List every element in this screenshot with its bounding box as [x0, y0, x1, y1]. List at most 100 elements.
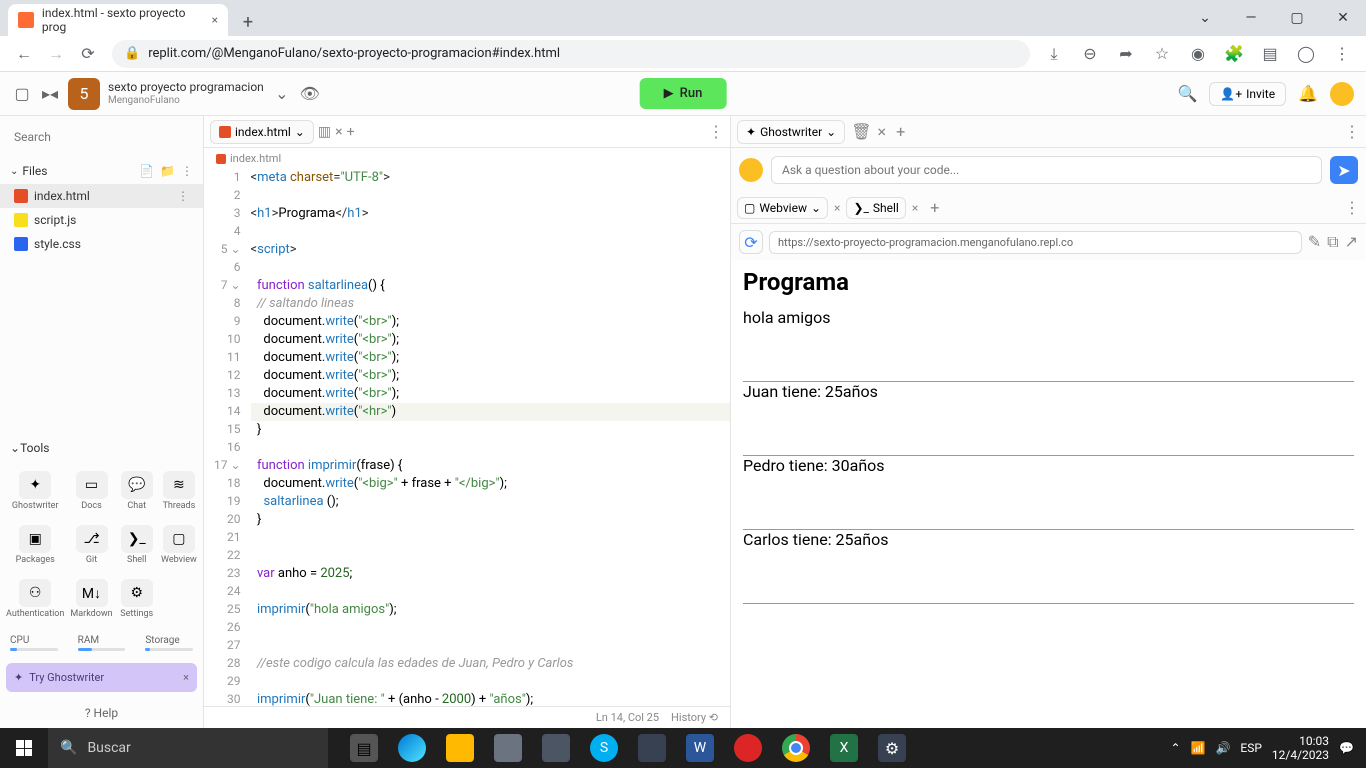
extension-icon[interactable]: ◉ — [1182, 38, 1214, 70]
file-item[interactable]: style.css — [0, 232, 203, 256]
run-button[interactable]: ▶ Run — [640, 78, 727, 109]
webview-url[interactable] — [769, 231, 1302, 254]
chevron-down-icon[interactable]: ⌄ — [272, 84, 292, 104]
taskbar-search[interactable]: 🔍 Buscar — [48, 728, 328, 768]
chevron-down-icon[interactable]: ⌄ — [811, 201, 821, 215]
forward-button[interactable]: → — [40, 38, 72, 70]
tool-docs[interactable]: ▭Docs — [68, 465, 114, 517]
send-button[interactable]: ➤ — [1330, 156, 1358, 184]
wifi-icon[interactable]: 📶 — [1191, 741, 1206, 755]
tool-chat[interactable]: 💬Chat — [117, 465, 157, 517]
sidebar-toggle-icon[interactable]: ▢ — [12, 84, 32, 104]
chevron-down-icon[interactable]: ⌄ — [1182, 0, 1228, 36]
word-icon[interactable]: W — [676, 728, 724, 768]
history-link[interactable]: History ⟲ — [671, 711, 718, 724]
chevron-down-icon[interactable]: ⌄ — [295, 125, 305, 139]
visibility-icon[interactable]: 👁 — [300, 84, 320, 104]
tool-packages[interactable]: ▣Packages — [4, 519, 66, 571]
volume-icon[interactable]: 🔊 — [1215, 741, 1230, 755]
tool-threads[interactable]: ≋Threads — [159, 465, 199, 517]
app-icon[interactable] — [484, 728, 532, 768]
ghostwriter-banner[interactable]: ✦ Try Ghostwriter × — [6, 663, 197, 692]
edge-icon[interactable] — [388, 728, 436, 768]
new-file-icon[interactable]: 📄 — [139, 164, 154, 178]
close-window-button[interactable]: ✕ — [1320, 0, 1366, 36]
ghostwriter-input[interactable] — [771, 156, 1322, 184]
invite-button[interactable]: 👤+ Invite — [1209, 82, 1286, 106]
excel-icon[interactable]: X — [820, 728, 868, 768]
chevron-down-icon[interactable]: ⌄ — [826, 125, 836, 139]
devtools-icon[interactable]: ⧉ — [1327, 232, 1338, 252]
replit-logo-icon[interactable]: ▸◂ — [40, 84, 60, 104]
taskview-icon[interactable]: ▤ — [340, 728, 388, 768]
close-icon[interactable]: × — [878, 122, 887, 141]
browser-tab[interactable]: index.html - sexto proyecto prog × — [8, 4, 228, 36]
more-icon[interactable]: ⋮ — [1344, 198, 1360, 217]
file-item[interactable]: script.js — [0, 208, 203, 232]
profile-icon[interactable]: ◯ — [1290, 38, 1322, 70]
download-icon[interactable]: ⤓ — [1038, 38, 1070, 70]
close-icon[interactable]: × — [912, 201, 918, 215]
calculator-icon[interactable] — [628, 728, 676, 768]
more-icon[interactable]: ⋮ — [181, 164, 193, 178]
close-icon[interactable]: × — [834, 201, 840, 215]
app-icon[interactable] — [724, 728, 772, 768]
more-icon[interactable]: ⋮ — [1344, 122, 1360, 141]
sidepanel-icon[interactable]: ▤ — [1254, 38, 1286, 70]
search-input[interactable] — [8, 124, 195, 150]
close-icon[interactable]: × — [335, 124, 342, 140]
new-folder-icon[interactable]: 📁 — [160, 164, 175, 178]
chrome-icon[interactable] — [772, 728, 820, 768]
puzzle-icon[interactable]: 🧩 — [1218, 38, 1250, 70]
close-icon[interactable]: × — [212, 13, 218, 27]
reload-button[interactable]: ⟳ — [72, 38, 104, 70]
reload-button[interactable]: ⟳ — [739, 230, 763, 254]
tool-settings[interactable]: ⚙Settings — [117, 573, 157, 625]
tool-webview[interactable]: ▢Webview — [159, 519, 199, 571]
more-icon[interactable]: ⋮ — [708, 122, 724, 141]
code-editor[interactable]: 12345 ⌄67 ⌄891011121314151617 ⌄181920212… — [204, 169, 730, 706]
open-external-icon[interactable]: ↗ — [1345, 232, 1358, 252]
tools-header[interactable]: ⌄ Tools — [0, 435, 203, 461]
bookmark-icon[interactable]: ☆ — [1146, 38, 1178, 70]
back-button[interactable]: ← — [8, 38, 40, 70]
chevron-up-icon[interactable]: ⌃ — [1170, 741, 1180, 755]
language-indicator[interactable]: ESP — [1240, 741, 1262, 755]
shell-tab[interactable]: ❯_ Shell — [846, 197, 905, 219]
bell-icon[interactable]: 🔔 — [1298, 84, 1318, 103]
edit-icon[interactable]: ✎ — [1308, 232, 1321, 252]
help-link[interactable]: ? Help — [0, 698, 203, 728]
avatar[interactable] — [1330, 82, 1354, 106]
split-icon[interactable]: ▥ — [318, 124, 331, 140]
delete-icon[interactable]: 🗑 — [851, 122, 871, 141]
more-icon[interactable]: ⋮ — [177, 189, 189, 203]
explorer-icon[interactable] — [436, 728, 484, 768]
add-tab-button[interactable]: + — [896, 122, 905, 141]
files-header[interactable]: ⌄ Files 📄 📁 ⋮ — [0, 158, 203, 184]
skype-icon[interactable]: S — [580, 728, 628, 768]
tool-git[interactable]: ⎇Git — [68, 519, 114, 571]
notifications-icon[interactable]: 💬 — [1339, 741, 1354, 755]
editor-tab[interactable]: index.html ⌄ — [210, 120, 314, 144]
tool-ghostwriter[interactable]: ✦Ghostwriter — [4, 465, 66, 517]
menu-icon[interactable]: ⋮ — [1326, 38, 1358, 70]
add-tab-button[interactable]: + — [930, 198, 939, 217]
settings-icon[interactable]: ⚙ — [868, 728, 916, 768]
maximize-button[interactable]: ▢ — [1274, 0, 1320, 36]
close-icon[interactable]: × — [183, 671, 189, 684]
new-tab-button[interactable]: + — [234, 8, 262, 36]
ghostwriter-tab[interactable]: ✦ Ghostwriter ⌄ — [737, 120, 845, 144]
zoom-icon[interactable]: ⊖ — [1074, 38, 1106, 70]
tool-markdown[interactable]: M↓Markdown — [68, 573, 114, 625]
tool-authentication[interactable]: ⚇Authentication — [4, 573, 66, 625]
clock[interactable]: 10:03 12/4/2023 — [1272, 734, 1329, 763]
share-icon[interactable]: ➦ — [1110, 38, 1142, 70]
add-tab-button[interactable]: + — [347, 124, 355, 140]
minimize-button[interactable]: — — [1228, 0, 1274, 36]
webview-tab[interactable]: ▢ Webview ⌄ — [737, 197, 828, 219]
start-button[interactable] — [0, 728, 48, 768]
app-icon[interactable] — [532, 728, 580, 768]
file-item[interactable]: index.html⋮ — [0, 184, 203, 208]
tool-shell[interactable]: ❯_Shell — [117, 519, 157, 571]
address-bar[interactable]: 🔒 replit.com/@MenganoFulano/sexto-proyec… — [112, 40, 1030, 68]
